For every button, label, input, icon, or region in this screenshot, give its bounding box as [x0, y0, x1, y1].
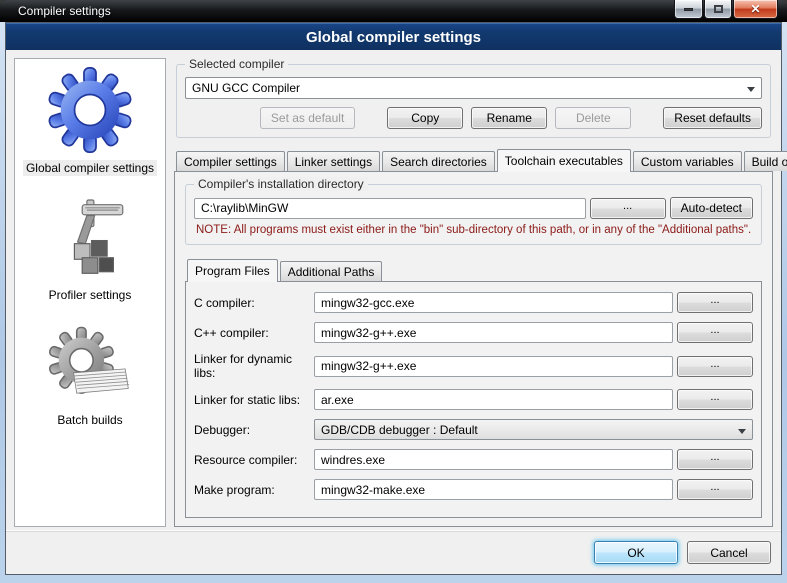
sidebar-item-label: Global compiler settings — [23, 160, 157, 176]
c-compiler-row: C compiler: ... — [194, 292, 753, 313]
compiler-settings-dialog: Compiler settings ✕ Global compiler sett… — [0, 0, 787, 583]
cancel-button[interactable]: Cancel — [687, 541, 771, 564]
static-linker-label: Linker for static libs: — [194, 393, 314, 407]
bin-subdirectory-note: NOTE: All programs must exist either in … — [196, 224, 751, 236]
delete-button[interactable]: Delete — [555, 107, 631, 129]
sidebar-item-batch-builds[interactable]: Batch builds — [15, 325, 165, 428]
tab-compiler-settings[interactable]: Compiler settings — [176, 151, 285, 171]
c-compiler-input[interactable] — [314, 292, 673, 313]
cpp-compiler-row: C++ compiler: ... — [194, 322, 753, 343]
settings-tab-bar: Compiler settings Linker settings Search… — [174, 148, 773, 171]
dialog-footer: OK Cancel — [6, 531, 781, 574]
chevron-down-icon — [747, 87, 755, 92]
static-linker-input[interactable] — [314, 389, 673, 410]
dynamic-linker-input[interactable] — [314, 356, 673, 377]
restore-icon — [714, 5, 723, 13]
resource-compiler-input[interactable] — [314, 449, 673, 470]
sidebar-item-label: Batch builds — [54, 412, 125, 428]
tab-custom-variables[interactable]: Custom variables — [633, 151, 742, 171]
restore-button[interactable] — [704, 0, 732, 19]
program-files-panel: C compiler: ... C++ compiler: ... Linker… — [185, 281, 762, 518]
page-title: Global compiler settings — [6, 23, 781, 50]
tab-linker-settings[interactable]: Linker settings — [287, 151, 380, 171]
title-bar[interactable]: Compiler settings — [0, 0, 787, 22]
minimize-button[interactable] — [674, 0, 703, 19]
make-program-input[interactable] — [314, 479, 673, 500]
browse-directory-button[interactable]: ... — [590, 198, 666, 219]
cpp-compiler-input[interactable] — [314, 322, 673, 343]
dialog-content: Global compiler settings — [5, 22, 782, 575]
installation-directory-group: Compiler's installation directory ... Au… — [185, 184, 762, 245]
make-program-label: Make program: — [194, 483, 314, 497]
sidebar-item-profiler-settings[interactable]: Profiler settings — [15, 198, 165, 303]
chevron-down-icon — [738, 429, 746, 434]
window-title: Compiler settings — [18, 4, 111, 18]
dynamic-linker-label: Linker for dynamic libs: — [194, 352, 314, 380]
selected-compiler-group: Selected compiler GNU GCC Compiler Set a… — [176, 64, 771, 138]
toolchain-executables-panel: Compiler's installation directory ... Au… — [174, 171, 773, 527]
copy-button[interactable]: Copy — [387, 107, 463, 129]
tab-build-options[interactable]: Build options — [744, 151, 787, 171]
program-files-tab-bar: Program Files Additional Paths — [185, 259, 762, 281]
c-compiler-label: C compiler: — [194, 296, 314, 310]
set-as-default-button[interactable]: Set as default — [260, 107, 355, 129]
settings-sidebar: Global compiler settings — [14, 58, 166, 527]
tab-additional-paths[interactable]: Additional Paths — [280, 261, 383, 281]
tab-program-files[interactable]: Program Files — [187, 259, 278, 282]
gray-gear-icon — [47, 325, 133, 408]
debugger-select-value: GDB/CDB debugger : Default — [321, 423, 478, 437]
tab-search-directories[interactable]: Search directories — [382, 151, 495, 171]
caliper-icon — [51, 198, 129, 283]
close-button[interactable]: ✕ — [733, 0, 778, 19]
debugger-row: Debugger: GDB/CDB debugger : Default — [194, 419, 753, 440]
blue-gear-icon — [47, 67, 133, 156]
selected-compiler-group-label: Selected compiler — [185, 57, 288, 71]
resource-compiler-browse-button[interactable]: ... — [677, 449, 753, 470]
sidebar-item-global-compiler-settings[interactable]: Global compiler settings — [15, 67, 165, 176]
resource-compiler-row: Resource compiler: ... — [194, 449, 753, 470]
rename-button[interactable]: Rename — [471, 107, 547, 129]
debugger-select[interactable]: GDB/CDB debugger : Default — [314, 419, 753, 440]
cpp-compiler-browse-button[interactable]: ... — [677, 322, 753, 343]
dynamic-linker-browse-button[interactable]: ... — [677, 356, 753, 377]
reset-defaults-button[interactable]: Reset defaults — [663, 107, 762, 129]
close-icon: ✕ — [750, 3, 760, 15]
tab-toolchain-executables[interactable]: Toolchain executables — [497, 149, 631, 172]
installation-directory-input[interactable] — [194, 198, 586, 219]
static-linker-row: Linker for static libs: ... — [194, 389, 753, 410]
make-program-row: Make program: ... — [194, 479, 753, 500]
installation-directory-group-label: Compiler's installation directory — [194, 177, 368, 191]
resource-compiler-label: Resource compiler: — [194, 453, 314, 467]
compiler-select-value: GNU GCC Compiler — [192, 81, 300, 95]
ok-button[interactable]: OK — [594, 541, 678, 564]
debugger-label: Debugger: — [194, 423, 314, 437]
minimize-icon — [684, 8, 693, 11]
auto-detect-button[interactable]: Auto-detect — [670, 197, 753, 219]
static-linker-browse-button[interactable]: ... — [677, 389, 753, 410]
cpp-compiler-label: C++ compiler: — [194, 326, 314, 340]
c-compiler-browse-button[interactable]: ... — [677, 292, 753, 313]
sidebar-item-label: Profiler settings — [46, 287, 135, 303]
compiler-select[interactable]: GNU GCC Compiler — [185, 77, 762, 99]
dynamic-linker-row: Linker for dynamic libs: ... — [194, 352, 753, 380]
make-program-browse-button[interactable]: ... — [677, 479, 753, 500]
